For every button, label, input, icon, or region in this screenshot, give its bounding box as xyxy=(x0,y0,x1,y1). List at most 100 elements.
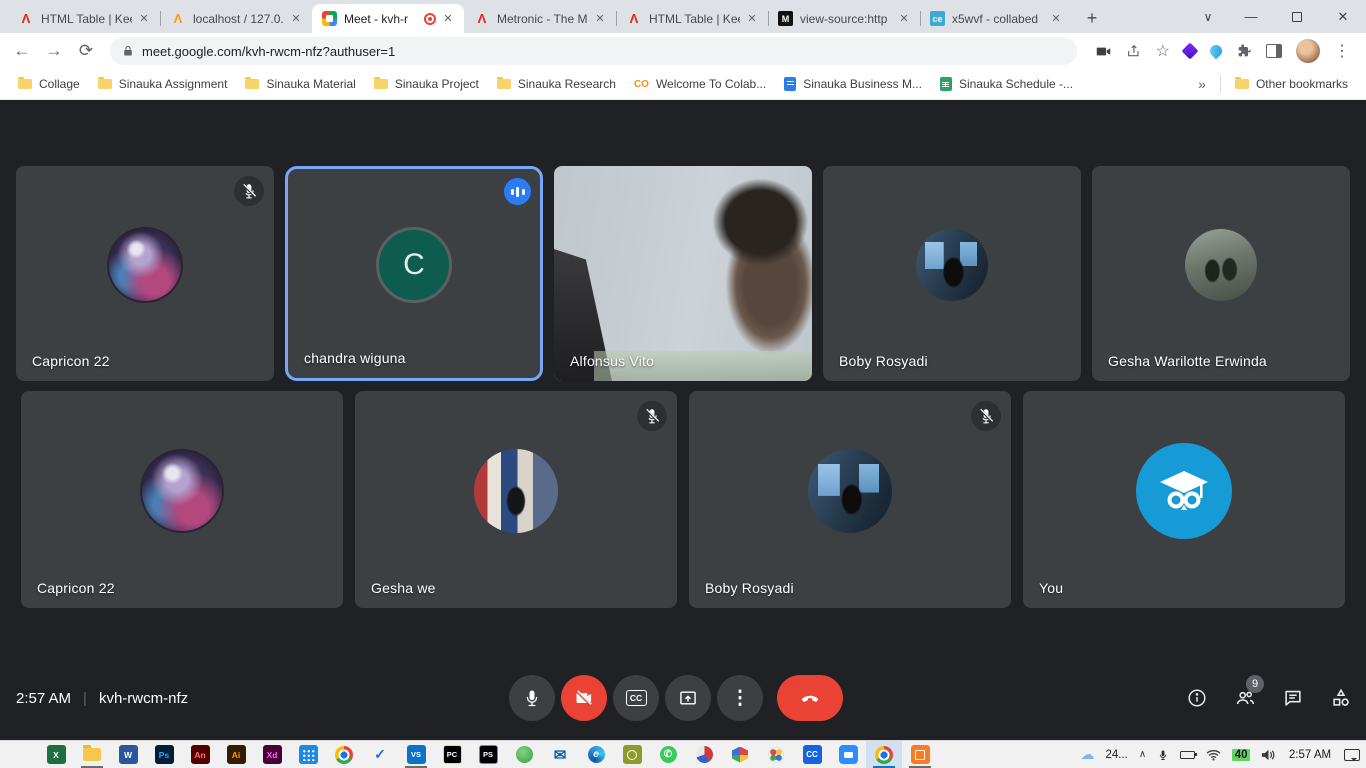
microphone-button[interactable] xyxy=(509,675,555,721)
participants-button[interactable]: 9 xyxy=(1234,687,1256,709)
forward-button[interactable]: → xyxy=(40,37,68,65)
taskbar-icon-excel[interactable]: X xyxy=(38,741,74,768)
close-tab-icon[interactable]: ✕ xyxy=(592,11,608,27)
profile-avatar[interactable] xyxy=(1296,39,1320,63)
close-window-button[interactable]: ✕ xyxy=(1320,0,1366,33)
minimize-button[interactable]: — xyxy=(1228,0,1274,33)
participant-tile-alfonsus-vito[interactable]: Alfonsus Vito xyxy=(554,166,812,381)
bookmark-star-icon[interactable]: ☆ xyxy=(1156,41,1170,61)
taskbar-icon-green-app[interactable] xyxy=(506,741,542,768)
share-icon[interactable] xyxy=(1126,43,1142,59)
taskbar-icon-edge[interactable]: e xyxy=(578,741,614,768)
volume-icon[interactable] xyxy=(1261,749,1276,761)
participant-tile-boby-rosyadi-1[interactable]: Boby Rosyadi xyxy=(823,166,1081,381)
participant-tile-gesha-warilotte[interactable]: Gesha Warilotte Erwinda xyxy=(1092,166,1350,381)
close-tab-icon[interactable]: ✕ xyxy=(288,11,304,27)
start-button[interactable] xyxy=(2,741,38,768)
chat-button[interactable] xyxy=(1282,687,1304,709)
back-button[interactable]: ← xyxy=(8,37,36,65)
taskbar-icon-creative-cloud[interactable]: CC xyxy=(794,741,830,768)
tab-localhost[interactable]: Λ localhost / 127.0. ✕ xyxy=(160,4,312,33)
participant-tile-chandra-wiguna[interactable]: C chandra wiguna xyxy=(285,166,543,381)
tab-search-icon[interactable]: ∨ xyxy=(1188,0,1228,33)
taskbar-icon-phpstorm[interactable]: PS xyxy=(470,741,506,768)
participant-tile-you[interactable]: You xyxy=(1023,391,1345,608)
side-panel-icon[interactable] xyxy=(1266,44,1282,58)
taskbar-icon-file-explorer[interactable] xyxy=(74,741,110,768)
tab-view-source[interactable]: M view-source:http ✕ xyxy=(768,4,920,33)
battery-percent-badge[interactable]: 40 xyxy=(1232,749,1250,761)
captions-button[interactable]: CC xyxy=(613,675,659,721)
bookmark-sinauka-material[interactable]: Sinauka Material xyxy=(237,73,363,95)
taskbar-icon-pycharm[interactable]: PC xyxy=(434,741,470,768)
tab-html-table-2[interactable]: Λ HTML Table | Kee ✕ xyxy=(616,4,768,33)
camera-off-button[interactable] xyxy=(561,675,607,721)
taskbar-icon-chrome[interactable] xyxy=(326,741,362,768)
meeting-details-button[interactable] xyxy=(1186,687,1208,709)
tab-html-table-1[interactable]: Λ HTML Table | Kee ✕ xyxy=(8,4,160,33)
battery-icon[interactable] xyxy=(1180,751,1195,759)
taskbar-icon-mail[interactable]: ✉ xyxy=(542,741,578,768)
taskbar-icon-word[interactable]: W xyxy=(110,741,146,768)
participant-tile-boby-rosyadi-2[interactable]: Boby Rosyadi xyxy=(689,391,1011,608)
tray-microphone-icon[interactable] xyxy=(1157,748,1169,762)
taskbar-icon-illustrator[interactable]: Ai xyxy=(218,741,254,768)
browser-menu-icon[interactable]: ⋮ xyxy=(1334,41,1350,61)
close-tab-icon[interactable]: ✕ xyxy=(440,11,456,27)
bookmark-sinauka-project[interactable]: Sinauka Project xyxy=(366,73,487,95)
bookmark-sinauka-research[interactable]: Sinauka Research xyxy=(489,73,624,95)
tab-metronic[interactable]: Λ Metronic - The M ✕ xyxy=(464,4,616,33)
taskbar-icon-pen-tool[interactable] xyxy=(686,741,722,768)
present-button[interactable] xyxy=(665,675,711,721)
keenthemes-favicon: Λ xyxy=(18,11,34,27)
reload-button[interactable]: ⟳ xyxy=(72,37,100,65)
tray-expand-icon[interactable]: ∧ xyxy=(1139,749,1146,760)
weather-temp[interactable]: 24... xyxy=(1105,749,1127,761)
other-bookmarks[interactable]: Other bookmarks xyxy=(1227,73,1356,95)
url-text[interactable]: meet.google.com/kvh-rwcm-nfz?authuser=1 xyxy=(142,44,395,59)
taskbar-icon-zoom[interactable] xyxy=(830,741,866,768)
activities-button[interactable] xyxy=(1330,687,1352,709)
close-tab-icon[interactable]: ✕ xyxy=(136,11,152,27)
tab-meet-active[interactable]: Meet - kvh-r ✕ xyxy=(312,4,464,33)
bookmark-collage[interactable]: Collage xyxy=(10,73,88,95)
taskbar-icon-calendar[interactable] xyxy=(290,741,326,768)
extension-drop-icon[interactable] xyxy=(1208,43,1225,60)
bookmark-sinauka-assignment[interactable]: Sinauka Assignment xyxy=(90,73,236,95)
bookmark-sinauka-schedule[interactable]: Sinauka Schedule -... xyxy=(932,73,1081,95)
taskbar-icon-widgets-app[interactable] xyxy=(758,741,794,768)
close-tab-icon[interactable]: ✕ xyxy=(744,11,760,27)
camera-in-use-icon[interactable] xyxy=(1095,43,1112,60)
bookmark-sinauka-business[interactable]: Sinauka Business M... xyxy=(776,73,930,95)
more-options-button[interactable]: ⋮ xyxy=(717,675,763,721)
lock-icon[interactable] xyxy=(122,45,134,57)
end-call-button[interactable] xyxy=(777,675,843,721)
weather-icon[interactable]: ☁ xyxy=(1080,746,1094,763)
maximize-button[interactable] xyxy=(1274,0,1320,33)
participant-tile-capricon-22[interactable]: Capricon 22 xyxy=(16,166,274,381)
extension-diamond-icon[interactable] xyxy=(1182,43,1199,60)
taskbar-icon-hexagon-app[interactable] xyxy=(722,741,758,768)
taskbar-icon-animate[interactable]: An xyxy=(182,741,218,768)
taskbar-icon-vscode[interactable]: VS xyxy=(398,741,434,768)
taskbar-icon-todo[interactable]: ✓ xyxy=(362,741,398,768)
extensions-puzzle-icon[interactable] xyxy=(1236,43,1252,59)
close-tab-icon[interactable]: ✕ xyxy=(1048,11,1064,27)
close-tab-icon[interactable]: ✕ xyxy=(896,11,912,27)
taskbar-icon-chrome-active[interactable] xyxy=(866,741,902,768)
new-tab-button[interactable]: + xyxy=(1078,4,1106,32)
participant-tile-capricon-22-b[interactable]: Capricon 22 xyxy=(21,391,343,608)
tab-collabedit[interactable]: ce x5wvf - collabed ✕ xyxy=(920,4,1072,33)
wifi-icon[interactable] xyxy=(1206,749,1221,761)
taskbar-icon-whatsapp[interactable]: ✆ xyxy=(650,741,686,768)
taskbar-icon-camera-app[interactable] xyxy=(614,741,650,768)
bookmark-welcome-colab[interactable]: COWelcome To Colab... xyxy=(626,73,774,95)
participant-tile-gesha-we[interactable]: Gesha we xyxy=(355,391,677,608)
taskbar-icon-photoshop[interactable]: Ps xyxy=(146,741,182,768)
taskbar-icon-xampp[interactable] xyxy=(902,741,938,768)
address-bar[interactable]: meet.google.com/kvh-rwcm-nfz?authuser=1 xyxy=(110,37,1077,65)
bookmarks-overflow-icon[interactable]: » xyxy=(1190,76,1214,92)
taskbar-clock[interactable]: 2:57 AM xyxy=(1287,749,1333,761)
taskbar-icon-adobe-xd[interactable]: Xd xyxy=(254,741,290,768)
action-center-icon[interactable] xyxy=(1344,749,1360,761)
